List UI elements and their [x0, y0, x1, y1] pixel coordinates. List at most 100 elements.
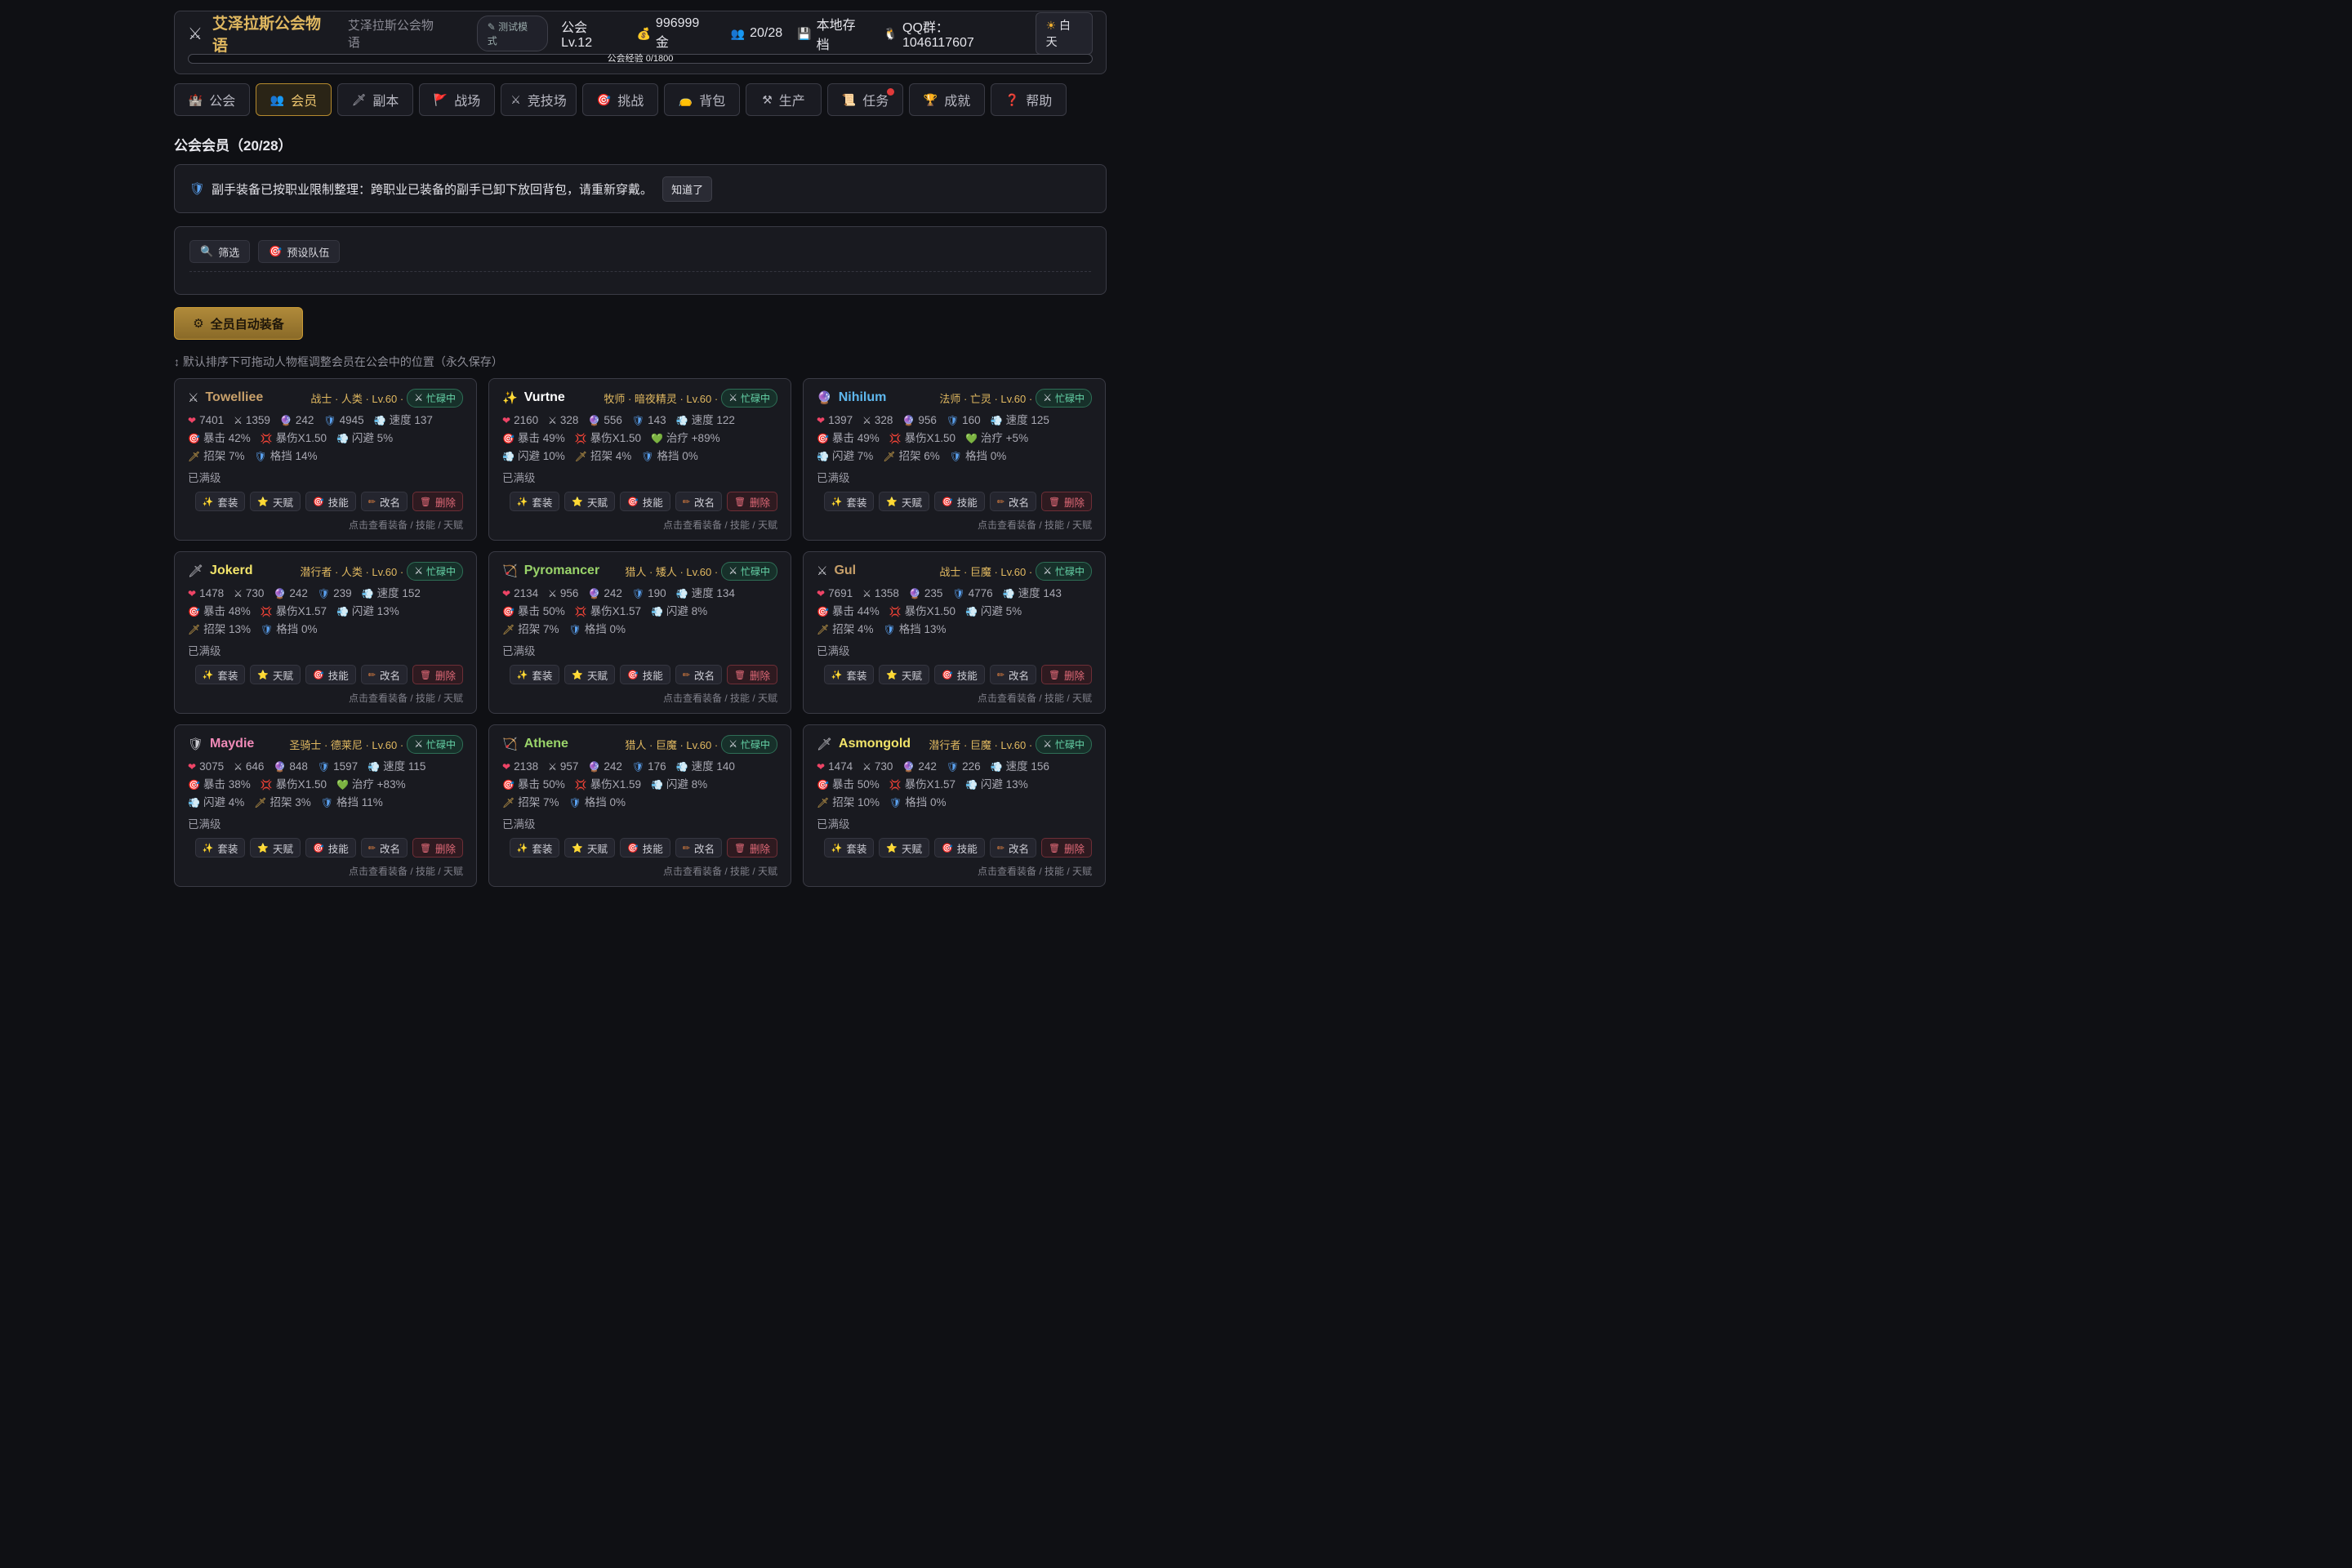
tab-1[interactable]: 👥 会员	[256, 83, 332, 116]
local-save[interactable]: 💾 本地存档	[797, 14, 868, 53]
tab-label: 公会	[209, 95, 236, 109]
rename-button[interactable]: ✏ 改名	[989, 665, 1037, 684]
rename-button[interactable]: ✏ 改名	[675, 492, 723, 511]
rename-button[interactable]: ✏ 改名	[360, 838, 408, 858]
skill-button[interactable]: 🎯 技能	[620, 838, 670, 858]
talent-button[interactable]: ⭐ 天赋	[879, 838, 930, 858]
pencil-icon: ✎	[487, 21, 496, 33]
member-class: 猎人 · 巨魔 · Lv.60 ·	[625, 738, 719, 751]
test-mode-badge[interactable]: ✎ 测试模式	[476, 16, 549, 51]
skill-button[interactable]: 🎯 技能	[305, 665, 356, 684]
rename-button[interactable]: ✏ 改名	[989, 838, 1037, 858]
stat-row: 🎯 暴击 38% 💢 暴伤X1.50 💚 治疗 +83%	[188, 776, 463, 794]
set-button[interactable]: ✨ 套装	[194, 838, 246, 858]
talent-button[interactable]: ⭐ 天赋	[879, 665, 930, 684]
skill-button[interactable]: 🎯 技能	[305, 838, 356, 858]
tab-7[interactable]: ⚒ 生产	[746, 83, 822, 116]
busy-label: 忙碌中	[425, 738, 456, 751]
member-card[interactable]: ⚔ Gul 战士 · 巨魔 · Lv.60 · ⚔ 忙碌中 ❤ 7691 ⚔ 1358 🔮 235 🛡…	[803, 551, 1106, 714]
stat-value: 速度 134	[691, 587, 735, 599]
talent-button[interactable]: ⭐ 天赋	[564, 665, 616, 684]
delete-button[interactable]: 🗑 删除	[727, 665, 777, 684]
stat: 🗡 招架 6%	[883, 450, 940, 462]
member-card[interactable]: ✨ Vurtne 牧师 · 暗夜精灵 · Lv.60 · ⚔ 忙碌中 ❤ 2160 ⚔ 328 🔮…	[488, 378, 791, 541]
member-card[interactable]: 🗡 Asmongold 潜行者 · 巨魔 · Lv.60 · ⚔ 忙碌中 ❤ 1474 ⚔ 73…	[803, 724, 1106, 887]
set-icon: ✨	[516, 670, 528, 680]
delete-button[interactable]: 🗑 删除	[1041, 838, 1092, 858]
talent-button[interactable]: ⭐ 天赋	[564, 492, 616, 511]
delete-button[interactable]: 🗑 删除	[1041, 665, 1092, 684]
speed-icon: 💨	[675, 588, 688, 599]
delete-button[interactable]: 🗑 删除	[727, 838, 777, 858]
tab-9[interactable]: 🏆 成就	[909, 83, 985, 116]
member-card[interactable]: 🗡 Jokerd 潜行者 · 人类 · Lv.60 · ⚔ 忙碌中 ❤ 1478 ⚔ 730 🔮 2…	[174, 551, 477, 714]
set-button[interactable]: ✨ 套装	[823, 838, 875, 858]
stat-value: 暴伤X1.59	[590, 778, 641, 791]
dismiss-notice-button[interactable]: 知道了	[662, 176, 713, 202]
member-card[interactable]: 🛡 Maydie 圣骑士 · 德莱尼 · Lv.60 · ⚔ 忙碌中 ❤ 3075 ⚔ 646 🔮…	[174, 724, 477, 887]
skill-icon: 🎯	[942, 497, 953, 507]
preset-team-button[interactable]: 🎯 预设队伍	[258, 240, 341, 263]
tab-2[interactable]: 🗡 副本	[337, 83, 413, 116]
skill-button[interactable]: 🎯 技能	[305, 492, 356, 511]
rename-button[interactable]: ✏ 改名	[989, 492, 1037, 511]
daytime-toggle[interactable]: ☀ 白天	[1035, 12, 1093, 55]
swords-icon: ⚔	[188, 24, 203, 43]
delete-button[interactable]: 🗑 删除	[412, 838, 463, 858]
set-button[interactable]: ✨ 套装	[194, 492, 246, 511]
button-label: 套装	[217, 843, 238, 855]
stat-value: 格挡 0%	[905, 796, 947, 808]
stat-value: 治疗 +5%	[980, 432, 1029, 444]
member-card[interactable]: ⚔ Towelliee 战士 · 人类 · Lv.60 · ⚔ 忙碌中 ❤ 7401 ⚔ 135…	[174, 378, 477, 541]
skill-button[interactable]: 🎯 技能	[620, 665, 670, 684]
member-card[interactable]: 🔮 Nihilum 法师 · 亡灵 · Lv.60 · ⚔ 忙碌中 ❤ 1397 ⚔ 328 🔮 9…	[803, 378, 1106, 541]
busy-badge: ⚔ 忙碌中	[1036, 734, 1092, 754]
member-class: 法师 · 亡灵 · Lv.60 ·	[939, 392, 1033, 405]
tab-4[interactable]: ⚔ 竞技场	[501, 83, 577, 116]
skill-button[interactable]: 🎯 技能	[934, 492, 985, 511]
stat: 🛡 1597	[318, 760, 358, 773]
tab-5[interactable]: 🎯 挑战	[582, 83, 658, 116]
skill-button[interactable]: 🎯 技能	[934, 665, 985, 684]
skill-button[interactable]: 🎯 技能	[934, 838, 985, 858]
set-button[interactable]: ✨ 套装	[194, 665, 246, 684]
set-button[interactable]: ✨ 套装	[823, 665, 875, 684]
stat: 🛡 4776	[952, 587, 992, 599]
set-button[interactable]: ✨ 套装	[509, 492, 560, 511]
skill-button[interactable]: 🎯 技能	[620, 492, 670, 511]
talent-button[interactable]: ⭐ 天赋	[879, 492, 930, 511]
talent-button[interactable]: ⭐ 天赋	[250, 492, 301, 511]
member-card[interactable]: 🏹 Pyromancer 猎人 · 矮人 · Lv.60 · ⚔ 忙碌中 ❤ 2134 ⚔ 95…	[488, 551, 791, 714]
member-card[interactable]: 🏹 Athene 猎人 · 巨魔 · Lv.60 · ⚔ 忙碌中 ❤ 2138 ⚔ 957 🔮 24…	[488, 724, 791, 887]
parry-icon: 🗡	[502, 624, 515, 635]
rename-button[interactable]: ✏ 改名	[675, 665, 723, 684]
tab-3[interactable]: 🚩 战场	[419, 83, 495, 116]
card-actions: ✨ 套装 ⭐ 天赋 🎯 技能 ✏ 改名 🗑 删除	[823, 665, 1092, 684]
member-class: 战士 · 巨魔 · Lv.60 ·	[939, 565, 1033, 578]
delete-button[interactable]: 🗑 删除	[412, 665, 463, 684]
rename-button[interactable]: ✏ 改名	[360, 492, 408, 511]
filter-button[interactable]: 🔍 筛选	[189, 240, 251, 263]
set-button[interactable]: ✨ 套装	[509, 665, 560, 684]
auto-equip-all-button[interactable]: ⚙ 全员自动装备	[174, 307, 303, 340]
talent-button[interactable]: ⭐ 天赋	[250, 665, 301, 684]
tab-8[interactable]: 📜 任务	[827, 83, 903, 116]
stat-value: 速度 137	[389, 414, 433, 426]
tab-10[interactable]: ❓ 帮助	[991, 83, 1067, 116]
set-button[interactable]: ✨ 套装	[823, 492, 875, 511]
stat-value: 闪避 5%	[351, 432, 394, 444]
armor-icon: 🛡	[946, 415, 960, 426]
delete-button[interactable]: 🗑 删除	[412, 492, 463, 511]
delete-button[interactable]: 🗑 删除	[727, 492, 777, 511]
sword-icon: ⚔	[548, 761, 557, 773]
tab-6[interactable]: 👝 背包	[664, 83, 740, 116]
rename-button[interactable]: ✏ 改名	[360, 665, 408, 684]
tab-0[interactable]: 🏰 公会	[174, 83, 250, 116]
talent-button[interactable]: ⭐ 天赋	[250, 838, 301, 858]
magic-icon: 🔮	[902, 761, 915, 773]
delete-button[interactable]: 🗑 删除	[1041, 492, 1092, 511]
talent-button[interactable]: ⭐ 天赋	[564, 838, 616, 858]
set-button[interactable]: ✨ 套装	[509, 838, 560, 858]
rename-button[interactable]: ✏ 改名	[675, 838, 723, 858]
mage-icon: 🔮	[817, 391, 832, 405]
